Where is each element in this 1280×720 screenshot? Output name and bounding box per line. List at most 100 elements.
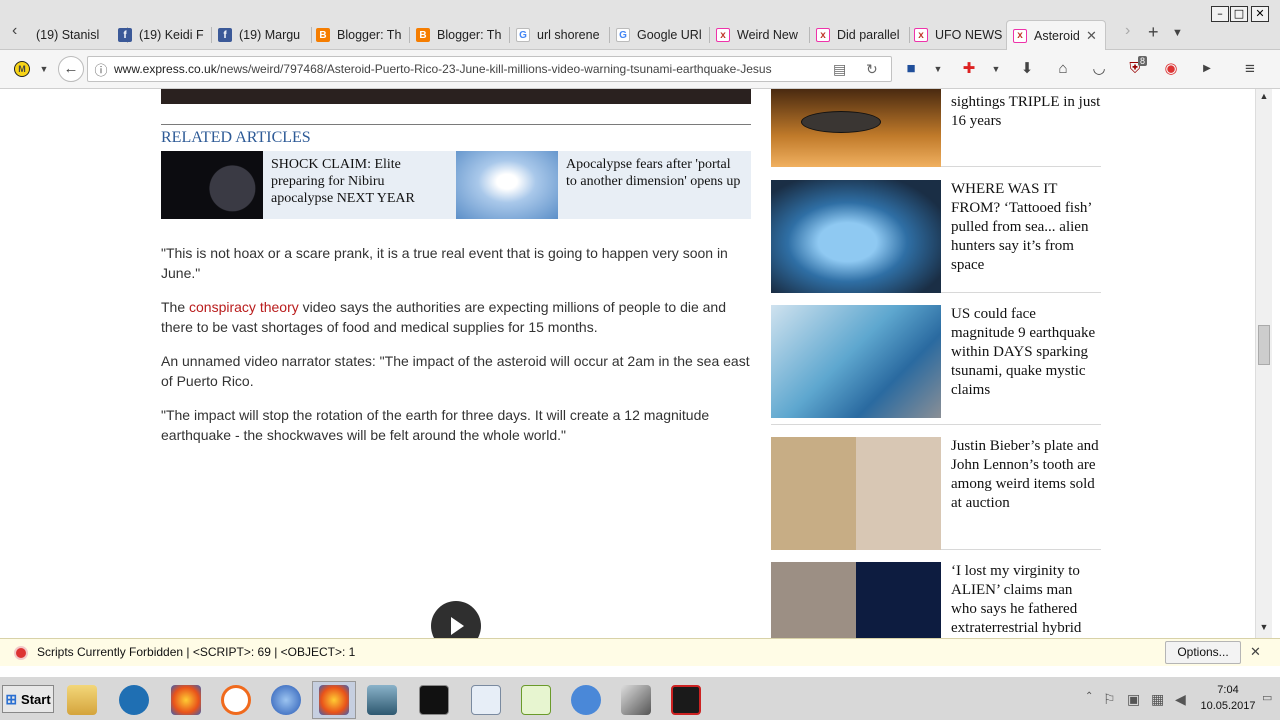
- media-player-icon: [119, 685, 149, 715]
- firefox-icon: [319, 685, 349, 715]
- taskbar-app-network[interactable]: [360, 681, 404, 719]
- express-icon: x: [1013, 28, 1027, 43]
- taskbar-app-qbittorrent[interactable]: [564, 681, 608, 719]
- google-icon: G: [616, 28, 630, 42]
- reload-icon[interactable]: ↻: [866, 61, 878, 78]
- video-player[interactable]: [161, 89, 751, 104]
- taskbar-app-notepadpp[interactable]: [514, 681, 558, 719]
- tray-expand-icon[interactable]: ⌃: [1085, 691, 1093, 702]
- device-icon[interactable]: ▣: [1127, 691, 1140, 708]
- reader-view-icon[interactable]: ▤: [833, 61, 846, 78]
- tab[interactable]: x Weird New: [710, 21, 810, 49]
- menu-logo-icon[interactable]: M: [14, 61, 30, 77]
- noscript-icon[interactable]: ◉: [1161, 59, 1181, 79]
- chevron-down-icon[interactable]: ▼: [34, 59, 54, 79]
- security-icon: [671, 685, 701, 715]
- new-tab-icon[interactable]: +: [1148, 22, 1159, 43]
- express-icon: x: [816, 28, 830, 42]
- express-icon: x: [716, 28, 730, 42]
- noscript-notification-bar: Scripts Currently Forbidden | <SCRIPT>: …: [0, 638, 1280, 666]
- divider: [161, 124, 751, 125]
- tab[interactable]: B Blogger: Th: [410, 21, 510, 49]
- earthquake-thumbnail[interactable]: [771, 305, 941, 418]
- network-tray-icon[interactable]: ▦: [1151, 691, 1164, 708]
- related-article-card[interactable]: SHOCK CLAIM: Elite preparing for Nibiru …: [161, 151, 456, 219]
- sidebar-article[interactable]: ‘I lost my virginity to ALIEN’ claims ma…: [771, 562, 1101, 638]
- express-icon: x: [914, 28, 928, 42]
- tab[interactable]: f (19) Keidi F: [112, 21, 212, 49]
- taskbar-app-avast[interactable]: [214, 681, 258, 719]
- tab-scroll-left-icon[interactable]: ‹: [12, 22, 17, 40]
- close-icon[interactable]: ✕: [1250, 644, 1261, 660]
- taskbar-app-thunderbird[interactable]: [264, 681, 308, 719]
- first-aid-icon[interactable]: ✚: [959, 59, 979, 79]
- page-scrollbar[interactable]: ▲ ▼: [1255, 89, 1272, 638]
- terminal-icon: [419, 685, 449, 715]
- close-window-icon[interactable]: ✕: [1251, 6, 1269, 22]
- url-bar[interactable]: ⓘ www.express.co.uk/news/weird/797468/As…: [87, 56, 892, 82]
- tab[interactable]: f (19) Margu: [212, 21, 312, 49]
- nibiru-thumbnail[interactable]: [161, 151, 263, 219]
- scrollbar-thumb[interactable]: [1258, 325, 1270, 365]
- article-paragraph: An unnamed video narrator states: "The i…: [161, 353, 750, 389]
- tattooed-fish-thumbnail[interactable]: [771, 180, 941, 293]
- taskbar-app-firefox-active[interactable]: [312, 681, 356, 719]
- taskbar-app-recorder[interactable]: [614, 681, 658, 719]
- start-button[interactable]: ⊞ Start: [2, 685, 54, 713]
- clock[interactable]: 7:04 10.05.2017: [1196, 682, 1260, 714]
- tab[interactable]: x Did parallel: [810, 21, 910, 49]
- conspiracy-theory-link[interactable]: conspiracy theory: [189, 299, 299, 315]
- maximize-icon[interactable]: □: [1230, 6, 1248, 22]
- back-button[interactable]: ←: [58, 56, 84, 82]
- sidebar-article[interactable]: US could face magnitude 9 earthquake wit…: [771, 305, 1101, 425]
- portal-thumbnail[interactable]: [456, 151, 558, 219]
- scroll-up-icon[interactable]: ▲: [1256, 91, 1272, 105]
- chevron-down-icon[interactable]: ▼: [928, 59, 948, 79]
- taskbar-app-calculator[interactable]: [464, 681, 508, 719]
- tab-list-icon[interactable]: ▼: [1172, 27, 1183, 39]
- taskbar-app-media[interactable]: [112, 681, 156, 719]
- show-desktop-icon[interactable]: ▭: [1262, 691, 1272, 704]
- sidebar-article[interactable]: Justin Bieber’s plate and John Lennon’s …: [771, 437, 1101, 550]
- taskbar-app-firefox[interactable]: [164, 681, 208, 719]
- save-icon[interactable]: ■: [901, 59, 921, 79]
- youtube-icon[interactable]: ▶: [1197, 59, 1217, 79]
- noscript-message: Scripts Currently Forbidden | <SCRIPT>: …: [37, 645, 356, 659]
- lennon-bieber-thumbnail[interactable]: [771, 437, 941, 550]
- chevron-down-icon[interactable]: ▼: [986, 59, 1006, 79]
- taskbar: ⊞ Start ⌃ ⚐ ▣ ▦ ◀ 7:04 10.05.2017 ▭: [0, 676, 1280, 720]
- microphone-icon: [621, 685, 651, 715]
- ufo-thumbnail[interactable]: [771, 89, 941, 167]
- flag-icon[interactable]: ⚐: [1103, 691, 1116, 708]
- volume-icon[interactable]: ◀: [1175, 691, 1186, 708]
- tab[interactable]: G url shorene: [510, 21, 610, 49]
- options-button[interactable]: Options...: [1165, 641, 1241, 664]
- play-icon[interactable]: [431, 601, 481, 638]
- scroll-down-icon[interactable]: ▼: [1256, 622, 1272, 636]
- tab[interactable]: B Blogger: Th: [310, 21, 410, 49]
- home-icon[interactable]: ⌂: [1053, 59, 1073, 79]
- tab-active[interactable]: x Asteroid ✕: [1006, 20, 1106, 50]
- close-tab-icon[interactable]: ✕: [1086, 28, 1097, 44]
- sidebar-article[interactable]: WHERE WAS IT FROM? ‘Tattooed fish’ pulle…: [771, 180, 1101, 293]
- tab-scroll-right-icon[interactable]: ›: [1125, 22, 1130, 40]
- tab[interactable]: x UFO NEWS: [908, 21, 1008, 49]
- minimize-icon[interactable]: –: [1211, 6, 1229, 22]
- ublock-badge: 8: [1138, 56, 1148, 66]
- info-icon[interactable]: ⓘ: [88, 60, 114, 79]
- tab[interactable]: G Google URl: [610, 21, 710, 49]
- pocket-icon[interactable]: ◡: [1089, 59, 1109, 79]
- taskbar-app-explorer[interactable]: [60, 681, 104, 719]
- alien-claim-thumbnail[interactable]: [771, 562, 941, 638]
- sidebar-article[interactable]: sightings TRIPLE in just 16 years: [771, 89, 1101, 167]
- taskbar-app-security[interactable]: [664, 681, 708, 719]
- notepad-icon: [521, 685, 551, 715]
- download-icon[interactable]: ⬇: [1017, 59, 1037, 79]
- tab-bar: ‹ (19) Stanisl f (19) Keidi F f (19) Mar…: [0, 0, 1280, 50]
- article-paragraph: The conspiracy theory video says the aut…: [161, 299, 726, 335]
- taskbar-app-cmd[interactable]: [412, 681, 456, 719]
- hamburger-menu-icon[interactable]: ≡: [1240, 59, 1260, 79]
- blogger-icon: B: [316, 28, 330, 42]
- related-article-card[interactable]: Apocalypse fears after 'portal to anothe…: [456, 151, 751, 219]
- related-articles-heading: RELATED ARTICLES: [161, 129, 311, 146]
